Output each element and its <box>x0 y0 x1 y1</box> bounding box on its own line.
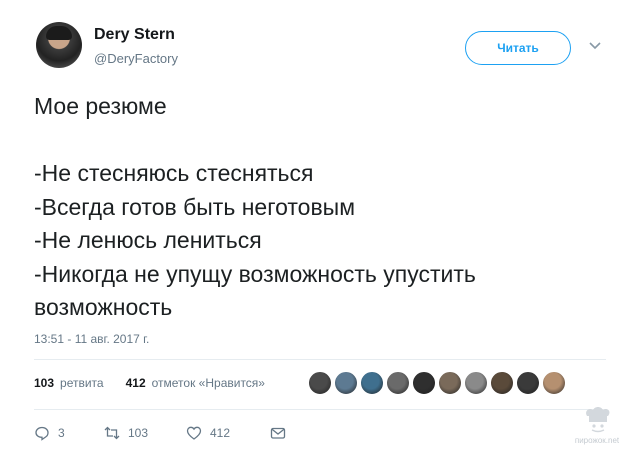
reply-action[interactable]: 3 <box>34 425 104 441</box>
retweet-icon <box>104 426 120 440</box>
chevron-down-icon[interactable] <box>588 38 602 52</box>
liker-avatar[interactable] <box>334 371 358 395</box>
liker-avatar[interactable] <box>308 371 332 395</box>
retweet-count: 103 <box>128 426 149 440</box>
watermark: пирожок.net <box>572 404 622 448</box>
likes-label[interactable]: отметок «Нравится» <box>152 376 265 390</box>
like-action[interactable]: 412 <box>186 425 270 441</box>
liker-avatar[interactable] <box>438 371 462 395</box>
likes-count[interactable]: 412 <box>126 376 146 390</box>
retweets-label[interactable]: ретвита <box>60 376 104 390</box>
follow-button[interactable]: Читать <box>465 31 571 65</box>
reply-icon <box>35 426 49 441</box>
author-avatar[interactable] <box>36 22 82 68</box>
reply-count: 3 <box>58 426 65 440</box>
divider-bottom <box>34 409 606 410</box>
likers-avatars[interactable] <box>308 371 568 395</box>
retweets-count[interactable]: 103 <box>34 376 54 390</box>
liker-avatar[interactable] <box>386 371 410 395</box>
tweet-text: Мое резюме -Не стесняюсь стесняться -Все… <box>34 93 476 320</box>
watermark-text: пирожок.net <box>574 436 620 445</box>
author-handle[interactable]: @DeryFactory <box>94 51 178 66</box>
liker-avatar[interactable] <box>542 371 566 395</box>
liker-avatar[interactable] <box>490 371 514 395</box>
liker-avatar[interactable] <box>412 371 436 395</box>
heart-icon <box>186 426 202 440</box>
tweet-stats: 103 ретвита 412 отметок «Нравится» <box>34 376 265 390</box>
liker-avatar[interactable] <box>516 371 540 395</box>
envelope-icon <box>270 427 286 439</box>
divider-top <box>34 359 606 360</box>
author-name[interactable]: Dery Stern <box>94 26 175 44</box>
dm-action[interactable] <box>270 425 286 441</box>
retweet-action[interactable]: 103 <box>104 425 186 441</box>
liker-avatar[interactable] <box>464 371 488 395</box>
tweet-actions: 3 103 412 <box>34 424 286 442</box>
tweet-timestamp[interactable]: 13:51 - 11 авг. 2017 г. <box>34 332 149 346</box>
chef-logo-icon <box>586 407 610 433</box>
liker-avatar[interactable] <box>360 371 384 395</box>
like-count: 412 <box>210 426 231 440</box>
